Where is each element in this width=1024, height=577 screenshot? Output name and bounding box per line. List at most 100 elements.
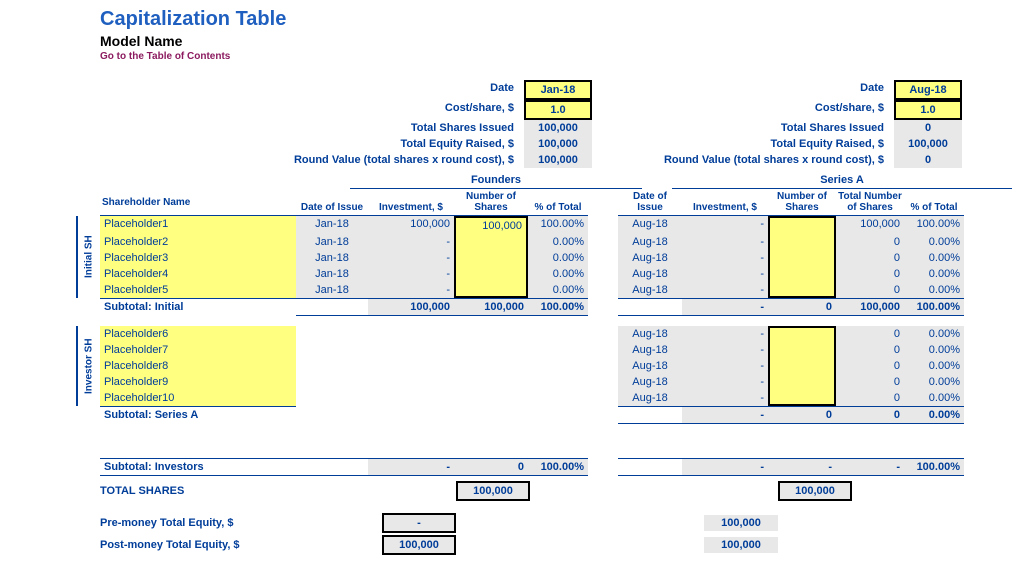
shareholder-name[interactable]: Placeholder8 xyxy=(100,358,296,374)
shareholder-name[interactable]: Placeholder6 xyxy=(100,326,296,342)
num-shares-s[interactable] xyxy=(768,390,836,406)
pct-s: 0.00% xyxy=(904,390,964,406)
date-issue-s: Aug-18 xyxy=(618,216,682,234)
num-shares-s[interactable] xyxy=(768,250,836,266)
seriesa-shares-issued: 0 xyxy=(894,120,962,136)
investment-s: - xyxy=(682,234,768,250)
toc-link[interactable]: Go to the Table of Contents xyxy=(100,51,1024,62)
col-pct-f: % of Total xyxy=(528,189,588,216)
num-shares-s[interactable] xyxy=(768,282,836,298)
pre-money-row: Pre-money Total Equity, $ - 100,000 xyxy=(100,514,1024,532)
pct-s: 0.00% xyxy=(904,250,964,266)
founders-title: Founders xyxy=(350,174,642,189)
founders-equity-raised: 100,000 xyxy=(524,136,592,152)
founders-date[interactable]: Jan-18 xyxy=(524,80,592,100)
date-issue-s: Aug-18 xyxy=(618,282,682,298)
seriesa-equity-raised: 100,000 xyxy=(894,136,962,152)
date-issue-s: Aug-18 xyxy=(618,374,682,390)
post-money-row: Post-money Total Equity, $ 100,000 100,0… xyxy=(100,536,1024,554)
num-shares-f[interactable] xyxy=(454,282,528,298)
shareholder-name[interactable]: Placeholder7 xyxy=(100,342,296,358)
pct-f: 0.00% xyxy=(528,266,588,282)
num-shares-f[interactable] xyxy=(454,266,528,282)
founders-summary: Date Jan-18 Cost/share, $ 1.0 Total Shar… xyxy=(100,80,592,168)
investment-s: - xyxy=(682,390,768,406)
pct-s: 0.00% xyxy=(904,374,964,390)
label-cost: Cost/share, $ xyxy=(100,100,518,120)
num-shares-s[interactable] xyxy=(768,342,836,358)
total-shares-s: 0 xyxy=(836,266,904,282)
col-shareholder: Shareholder Name xyxy=(100,189,296,216)
col-sh-f: Number of Shares xyxy=(454,189,528,216)
shareholder-name[interactable]: Placeholder2 xyxy=(100,234,296,250)
total-shares-s: 0 xyxy=(836,250,904,266)
seriesa-round-value: 0 xyxy=(894,152,962,168)
subtotal-initial-row: Subtotal: Initial 100,000 100,000 100.00… xyxy=(76,298,1024,316)
num-shares-s[interactable] xyxy=(768,266,836,282)
pct-s: 0.00% xyxy=(904,358,964,374)
shareholder-name[interactable]: Placeholder10 xyxy=(100,390,296,406)
seriesa-date[interactable]: Aug-18 xyxy=(894,80,962,100)
total-shares-s: 0 xyxy=(836,390,904,406)
post-money-f: 100,000 xyxy=(382,535,456,555)
col-tot-s: Total Number of Shares xyxy=(836,189,904,216)
date-issue-f: Jan-18 xyxy=(296,234,368,250)
subtotal-investors-row: Subtotal: Investors - 0 100.00% - - - 10… xyxy=(76,458,1024,476)
shareholder-name[interactable]: Placeholder9 xyxy=(100,374,296,390)
shareholder-name[interactable]: Placeholder3 xyxy=(100,250,296,266)
col-date-s: Date of Issue xyxy=(618,189,682,216)
investment-f: - xyxy=(368,282,454,298)
col-sh-s: Number of Shares xyxy=(768,189,836,216)
founders-shares-issued: 100,000 xyxy=(524,120,592,136)
num-shares-f[interactable] xyxy=(454,250,528,266)
pct-s: 0.00% xyxy=(904,326,964,342)
col-pct-s: % of Total xyxy=(904,189,964,216)
seriesa-title: Series A xyxy=(672,174,1012,189)
page-title: Capitalization Table xyxy=(100,8,1024,31)
model-name: Model Name xyxy=(100,33,1024,49)
date-issue-f: Jan-18 xyxy=(296,282,368,298)
date-issue-s: Aug-18 xyxy=(618,326,682,342)
pct-s: 0.00% xyxy=(904,342,964,358)
date-issue-f: Jan-18 xyxy=(296,250,368,266)
num-shares-f[interactable]: 100,000 xyxy=(454,216,528,234)
shareholder-name[interactable]: Placeholder5 xyxy=(100,282,296,298)
investment-s: - xyxy=(682,358,768,374)
post-money-s: 100,000 xyxy=(704,537,778,553)
pct-s: 0.00% xyxy=(904,234,964,250)
num-shares-s[interactable] xyxy=(768,358,836,374)
num-shares-s[interactable] xyxy=(768,216,836,234)
label-equity-raised: Total Equity Raised, $ xyxy=(100,136,518,152)
investment-s: - xyxy=(682,282,768,298)
investment-s: - xyxy=(682,342,768,358)
num-shares-s[interactable] xyxy=(768,374,836,390)
col-inv-f: Investment, $ xyxy=(368,189,454,216)
investment-f: - xyxy=(368,250,454,266)
total-shares-s: 0 xyxy=(836,234,904,250)
pct-f: 0.00% xyxy=(528,250,588,266)
num-shares-s[interactable] xyxy=(768,234,836,250)
seriesa-summary: Date Aug-18 Cost/share, $ 1.0 Total Shar… xyxy=(622,80,962,168)
col-inv-s: Investment, $ xyxy=(682,189,768,216)
total-shares-s: 0 xyxy=(836,374,904,390)
total-shares-row: TOTAL SHARES 100,000 100,000 xyxy=(100,482,1024,500)
num-shares-f[interactable] xyxy=(454,234,528,250)
seriesa-cost[interactable]: 1.0 xyxy=(894,100,962,120)
shareholder-name[interactable]: Placeholder4 xyxy=(100,266,296,282)
date-issue-s: Aug-18 xyxy=(618,234,682,250)
total-shares-s: 0 xyxy=(836,358,904,374)
investment-s: - xyxy=(682,250,768,266)
subtotal-seriesa-row: Subtotal: Series A - 0 0 0.00% xyxy=(76,406,1024,424)
date-issue-f: Jan-18 xyxy=(296,216,368,234)
total-shares-s: 0 xyxy=(836,326,904,342)
initial-sh-label: Initial SH xyxy=(76,216,100,298)
table-header: Shareholder Name Date of Issue Investmen… xyxy=(76,189,1024,216)
label-date: Date xyxy=(100,80,518,100)
founders-cost[interactable]: 1.0 xyxy=(524,100,592,120)
pct-f: 0.00% xyxy=(528,282,588,298)
col-date-f: Date of Issue xyxy=(296,189,368,216)
num-shares-s[interactable] xyxy=(768,326,836,342)
pct-s: 100.00% xyxy=(904,216,964,234)
pre-money-s: 100,000 xyxy=(704,515,778,531)
shareholder-name[interactable]: Placeholder1 xyxy=(100,216,296,234)
